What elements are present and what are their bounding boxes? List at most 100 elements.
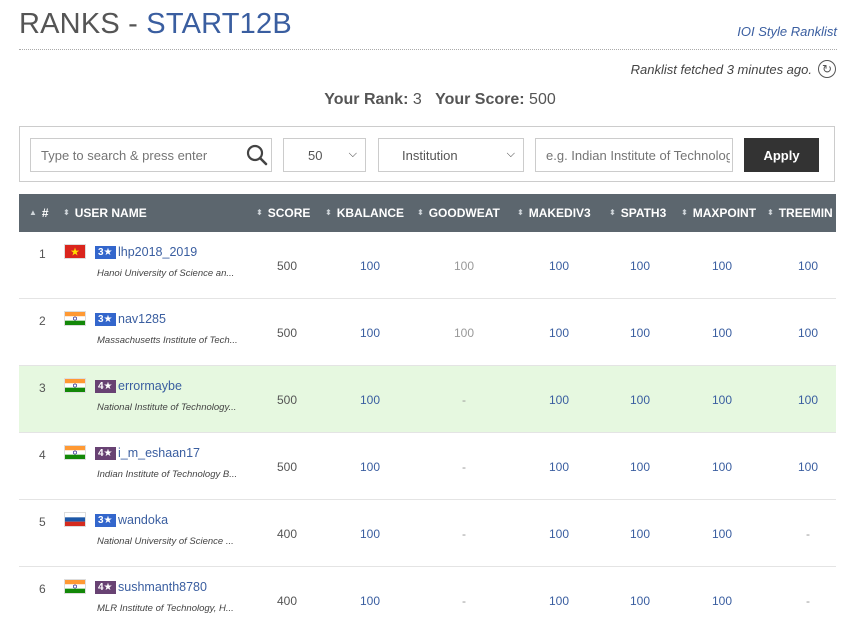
username-link[interactable]: errormaybe [118, 379, 182, 393]
goodweat-score[interactable]: - [434, 594, 494, 608]
column-label: TREEMIN [778, 206, 833, 220]
column-label: MAKEDIV3 [528, 206, 591, 220]
goodweat-score[interactable]: - [434, 527, 494, 541]
rank-value: 3 [412, 91, 422, 108]
search-input[interactable] [31, 139, 243, 171]
makediv3-score[interactable]: 100 [529, 460, 589, 474]
institution-text: Indian Institute of Technology B... [97, 469, 238, 480]
institution-text: National University of Science ... [97, 536, 234, 547]
spath3-score[interactable]: 100 [610, 326, 670, 340]
search-icon[interactable] [243, 141, 271, 169]
maxpoint-score[interactable]: 100 [692, 393, 752, 407]
maxpoint-score[interactable]: 100 [692, 259, 752, 273]
username-link[interactable]: wandoka [118, 513, 168, 527]
treemin-score[interactable]: - [778, 527, 836, 541]
column-header-[interactable]: ▲ # [29, 194, 49, 232]
institution-input[interactable] [535, 138, 733, 172]
filter-type-select[interactable]: Institution ⌵ [378, 138, 524, 172]
kbalance-score[interactable]: 100 [340, 594, 400, 608]
maxpoint-score[interactable]: 100 [692, 460, 752, 474]
maxpoint-score[interactable]: 100 [692, 326, 752, 340]
treemin-score[interactable]: 100 [778, 326, 836, 340]
username-link[interactable]: i_m_eshaan17 [118, 446, 200, 460]
institution-text: National Institute of Technology... [97, 402, 237, 413]
goodweat-score[interactable]: - [434, 460, 494, 474]
makediv3-score[interactable]: 100 [529, 326, 589, 340]
country-flag-icon [64, 244, 86, 259]
username-link[interactable]: nav1285 [118, 312, 166, 326]
kbalance-score[interactable]: 100 [340, 326, 400, 340]
username-link[interactable]: sushmanth8780 [118, 580, 207, 594]
column-header-makediv3[interactable]: ⬍ MAKEDIV3 [517, 194, 591, 232]
column-header-maxpoint[interactable]: ⬍ MAXPOINT [681, 194, 756, 232]
makediv3-score[interactable]: 100 [529, 527, 589, 541]
goodweat-score[interactable]: 100 [434, 326, 494, 340]
search-box[interactable] [30, 138, 272, 172]
page-title: RANKS - START12B [19, 8, 292, 41]
treemin-score[interactable]: - [778, 594, 836, 608]
makediv3-score[interactable]: 100 [529, 259, 589, 273]
spath3-score[interactable]: 100 [610, 527, 670, 541]
column-header-treemin[interactable]: ⬍ TREEMIN [767, 194, 833, 232]
refresh-icon[interactable]: ↻ [818, 60, 836, 78]
rating-badge: 3★ [95, 514, 116, 527]
title-prefix: RANKS - [19, 8, 147, 40]
rank-cell: 5 [39, 515, 46, 529]
maxpoint-score[interactable]: 100 [692, 527, 752, 541]
goodweat-score[interactable]: 100 [434, 259, 494, 273]
column-label: KBALANCE [336, 206, 405, 220]
contest-code[interactable]: START12B [146, 8, 292, 40]
column-header-user-name[interactable]: ⬍ USER NAME [63, 194, 147, 232]
kbalance-score[interactable]: 100 [340, 259, 400, 273]
spath3-score[interactable]: 100 [610, 594, 670, 608]
ioi-style-ranklist-link[interactable]: IOI Style Ranklist [737, 24, 837, 39]
page-size-value: 50 [308, 147, 323, 163]
spath3-score[interactable]: 100 [610, 393, 670, 407]
treemin-score[interactable]: 100 [778, 259, 836, 273]
column-label: SPATH3 [620, 206, 667, 220]
goodweat-score[interactable]: - [434, 393, 494, 407]
institution-text: Massachusetts Institute of Tech... [97, 335, 238, 346]
sort-icon: ⬍ [63, 208, 70, 217]
sort-icon: ⬍ [417, 208, 424, 217]
rank-cell: 3 [39, 381, 46, 395]
rating-badge: 3★ [95, 313, 116, 326]
column-header-goodweat[interactable]: ⬍ GOODWEAT [417, 194, 500, 232]
column-label: # [41, 206, 49, 220]
column-header-score[interactable]: ⬍ SCORE [256, 194, 310, 232]
table-row: 5 3★ wandoka National University of Science… [19, 500, 836, 567]
column-header-spath3[interactable]: ⬍ SPATH3 [609, 194, 666, 232]
apply-button[interactable]: Apply [744, 138, 819, 172]
column-header-kbalance[interactable]: ⬍ KBALANCE [325, 194, 404, 232]
makediv3-score[interactable]: 100 [529, 594, 589, 608]
score-score: 400 [276, 527, 298, 541]
column-label: USER NAME [74, 206, 147, 220]
treemin-score[interactable]: 100 [778, 460, 836, 474]
your-rank-summary: Your Rank: 3 Your Score: 500 [0, 91, 860, 109]
treemin-score[interactable]: 100 [778, 393, 836, 407]
score-score: 500 [276, 259, 298, 273]
filter-bar: 50 ⌵ Institution ⌵ Apply [19, 126, 835, 182]
spath3-score[interactable]: 100 [610, 259, 670, 273]
spath3-score[interactable]: 100 [610, 460, 670, 474]
kbalance-score[interactable]: 100 [340, 393, 400, 407]
sort-icon: ⬍ [256, 208, 263, 217]
score-score: 500 [276, 326, 298, 340]
table-row: 4 4★ i_m_eshaan17 Indian Institute of Techn… [19, 433, 836, 500]
country-flag-icon [64, 512, 86, 527]
chevron-down-icon: ⌵ [506, 148, 515, 160]
kbalance-score[interactable]: 100 [340, 460, 400, 474]
makediv3-score[interactable]: 100 [529, 393, 589, 407]
page-size-select[interactable]: 50 ⌵ [283, 138, 366, 172]
sort-icon: ⬍ [325, 208, 332, 217]
kbalance-score[interactable]: 100 [340, 527, 400, 541]
column-label: GOODWEAT [428, 206, 500, 220]
maxpoint-score[interactable]: 100 [692, 594, 752, 608]
column-label: MAXPOINT [692, 206, 757, 220]
username-link[interactable]: lhp2018_2019 [118, 245, 197, 259]
country-flag-icon [64, 311, 86, 326]
sort-icon: ▲ [29, 208, 37, 217]
rank-cell: 4 [39, 448, 46, 462]
rank-cell: 2 [39, 314, 46, 328]
rating-badge: 4★ [95, 447, 116, 460]
